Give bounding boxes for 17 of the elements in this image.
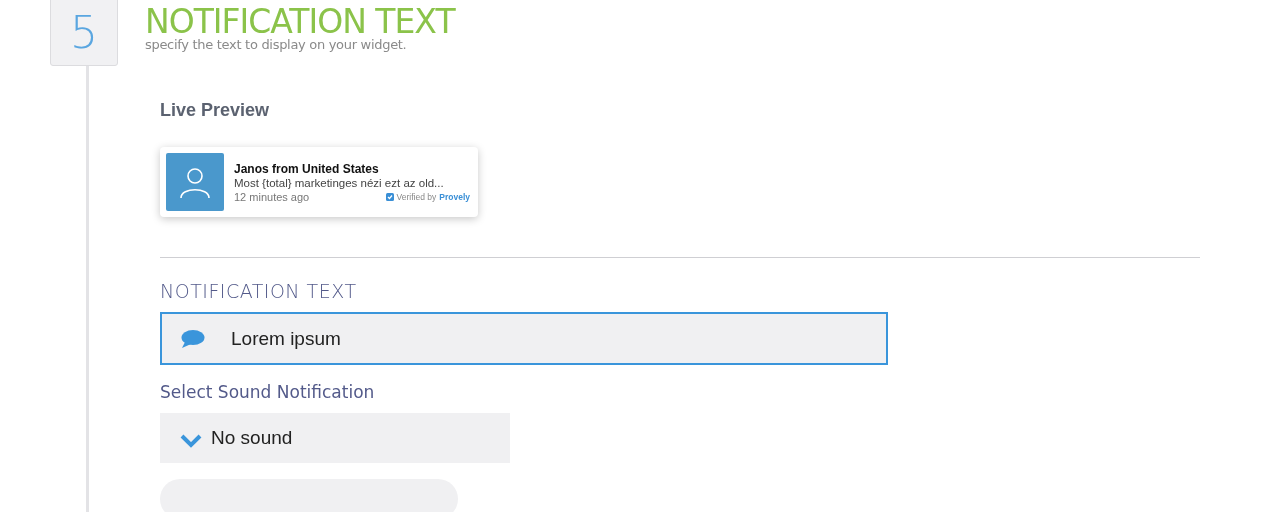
chat-bubble-icon <box>180 328 205 349</box>
brand-link[interactable]: Provely <box>439 191 470 202</box>
check-icon <box>385 192 394 201</box>
notification-message: Most {total} marketinges nézi ezt az old... <box>234 176 445 189</box>
notification-text-field[interactable]: Lorem ipsum <box>160 312 888 365</box>
verified-label: Verified by <box>396 191 437 202</box>
field-label: Select Sound Notification <box>160 382 375 402</box>
avatar-icon <box>166 153 224 211</box>
preview-heading: Live Preview <box>160 100 270 121</box>
step-title: NOTIFICATION TEXT <box>145 5 457 39</box>
time-ago: 12 minutes ago <box>234 190 310 203</box>
visitor-name: Janos from United States <box>234 161 380 176</box>
chevron-down-icon <box>180 434 202 448</box>
step-subtitle: specify the text to display on your widget. <box>145 37 408 52</box>
sound-select[interactable]: No sound <box>160 413 510 463</box>
field-label: NOTIFICATION TEXT <box>160 280 357 302</box>
step-number: 5 <box>50 0 118 66</box>
